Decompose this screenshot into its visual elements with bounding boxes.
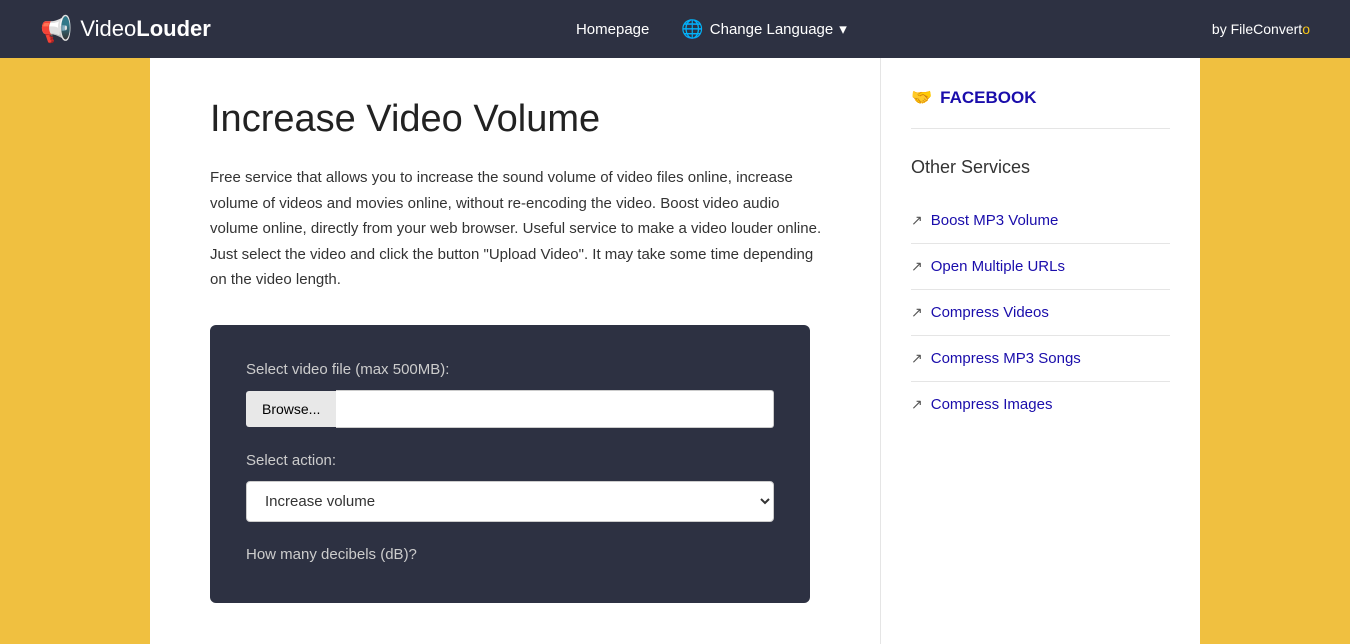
left-panel [0, 58, 150, 644]
service-label: Compress Images [931, 396, 1053, 413]
logo-louder: Louder [136, 16, 211, 41]
globe-icon: 🌐 [681, 19, 703, 40]
sidebar: 🤝 FACEBOOK Other Services ↗ Boost MP3 Vol… [880, 58, 1200, 644]
logo-link[interactable]: 📢 VideoLouder [40, 14, 211, 45]
right-panel [1200, 58, 1350, 644]
header-nav: Homepage 🌐 Change Language ▾ [576, 19, 847, 40]
page-description: Free service that allows you to increase… [210, 165, 830, 293]
brand-text: by FileConverto [1212, 21, 1310, 37]
facebook-icon: 🤝 [911, 88, 932, 108]
header: 📢 VideoLouder Homepage 🌐 Change Language… [0, 0, 1350, 58]
main-layout: Increase Video Volume Free service that … [150, 58, 1200, 644]
other-services-title: Other Services [911, 157, 1170, 178]
facebook-label: FACEBOOK [940, 88, 1036, 108]
service-link[interactable]: ↗ Open Multiple URLs [911, 244, 1170, 290]
logo-text: VideoLouder [80, 16, 210, 42]
file-input-row: Browse... [246, 390, 774, 428]
upload-box: Select video file (max 500MB): Browse...… [210, 325, 810, 603]
services-list: ↗ Boost MP3 Volume ↗ Open Multiple URLs ↗ Com… [911, 198, 1170, 427]
page-title: Increase Video Volume [210, 98, 830, 141]
facebook-link[interactable]: 🤝 FACEBOOK [911, 88, 1170, 129]
language-label: Change Language [710, 21, 833, 38]
content-area: Increase Video Volume Free service that … [150, 58, 880, 644]
service-label: Boost MP3 Volume [931, 212, 1059, 229]
browse-button[interactable]: Browse... [246, 391, 336, 427]
logo-video: Video [80, 16, 136, 41]
language-selector[interactable]: 🌐 Change Language ▾ [681, 19, 846, 40]
outer-wrapper: Increase Video Volume Free service that … [0, 58, 1350, 644]
service-label: Compress Videos [931, 304, 1049, 321]
logo-icon: 📢 [40, 14, 72, 45]
external-link-icon: ↗ [911, 350, 923, 367]
decibels-label: How many decibels (dB)? [246, 546, 774, 563]
external-link-icon: ↗ [911, 396, 923, 413]
service-link[interactable]: ↗ Compress Videos [911, 290, 1170, 336]
service-link[interactable]: ↗ Compress Images [911, 382, 1170, 427]
service-link[interactable]: ↗ Compress MP3 Songs [911, 336, 1170, 382]
service-label: Open Multiple URLs [931, 258, 1065, 275]
external-link-icon: ↗ [911, 258, 923, 275]
action-label: Select action: [246, 452, 774, 469]
upload-label: Select video file (max 500MB): [246, 361, 774, 378]
external-link-icon: ↗ [911, 304, 923, 321]
brand-highlight: o [1302, 21, 1310, 37]
dropdown-icon: ▾ [839, 20, 847, 38]
service-link[interactable]: ↗ Boost MP3 Volume [911, 198, 1170, 244]
external-link-icon: ↗ [911, 212, 923, 229]
file-name-input[interactable] [336, 390, 774, 428]
service-label: Compress MP3 Songs [931, 350, 1081, 367]
homepage-link[interactable]: Homepage [576, 21, 649, 38]
action-select[interactable]: Increase volume Decrease volume [246, 481, 774, 522]
